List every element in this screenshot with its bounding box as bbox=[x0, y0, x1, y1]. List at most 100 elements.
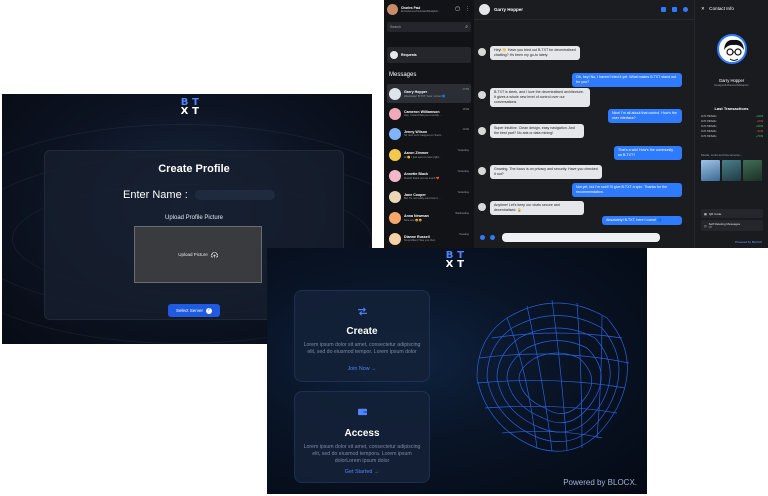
transaction-amount: -200$ bbox=[756, 120, 763, 123]
avatar bbox=[389, 169, 401, 182]
get-started-link[interactable]: Get Started → bbox=[295, 469, 429, 475]
btxt-logo: BT XT bbox=[180, 97, 199, 117]
cloud-upload-icon bbox=[210, 251, 218, 257]
conversation-item[interactable]: Cameron Williamson Hey, I heard that you … bbox=[387, 104, 471, 123]
phone-icon[interactable] bbox=[661, 7, 666, 12]
select-server-button[interactable]: Select Server ✓ bbox=[168, 304, 220, 317]
video-icon[interactable] bbox=[672, 7, 677, 12]
conversation-preview: Ooooh thank you so much ❤️ bbox=[404, 176, 440, 180]
transaction-row: 0x7170b6d4c +300$ bbox=[701, 125, 763, 128]
conversation-time: Yesterday bbox=[457, 149, 469, 152]
conversation-preview: No problem! See you then bbox=[404, 239, 436, 242]
new-chat-icon[interactable]: ▢ bbox=[455, 6, 460, 12]
close-icon[interactable]: ✕ bbox=[701, 6, 705, 11]
search-icon: ⌕ bbox=[465, 24, 468, 30]
timer-icon: ◷ bbox=[704, 223, 707, 228]
attach-icon[interactable] bbox=[490, 235, 495, 240]
avatar bbox=[478, 127, 486, 135]
transaction-row: 0x7170b6d4c +100$ bbox=[701, 115, 763, 118]
message-incoming: Anytime! Let's keep our chats secure and… bbox=[490, 201, 584, 215]
message-input[interactable] bbox=[502, 233, 660, 242]
contact-info-title: ✕ Contact Info bbox=[701, 6, 734, 12]
conversation-preview: But I'm not really sure how it ... bbox=[404, 197, 441, 200]
avatar[interactable] bbox=[387, 3, 398, 15]
message-outgoing: Not yet, but I'm sold! I'll give B.TXT a… bbox=[572, 183, 682, 197]
media-thumbnail[interactable] bbox=[743, 160, 762, 181]
qr-code-option[interactable]: ▦ QR Code bbox=[701, 209, 763, 218]
emoji-icon[interactable] bbox=[480, 235, 485, 240]
arrow-right-icon: → bbox=[371, 366, 377, 372]
name-input[interactable] bbox=[195, 190, 275, 200]
chat-sidebar: Charles Paul Entrepreneur/Innovator/Meta… bbox=[384, 0, 474, 248]
search-input[interactable]: Search ⌕ bbox=[387, 22, 471, 32]
transfer-arrows-icon bbox=[358, 307, 367, 316]
transaction-amount: +100$ bbox=[755, 115, 763, 118]
conversation-item[interactable]: Aaron Zimmer Hi 🙂 I just went to here rig… bbox=[387, 145, 471, 164]
avatar bbox=[389, 211, 401, 224]
message-incoming: Growing. The focus is on privacy and sec… bbox=[490, 165, 602, 179]
requests-item[interactable]: Requests bbox=[387, 47, 471, 63]
conversation-time: 15:09 bbox=[462, 108, 470, 111]
join-now-link[interactable]: Join Now → bbox=[295, 366, 429, 372]
access-description: Lorem ipsum dolor sit amet, consectetur … bbox=[303, 444, 421, 464]
conversation-item[interactable]: Garry Hopper Absolutely! B.TXT, here I co… bbox=[387, 84, 471, 103]
avatar[interactable] bbox=[479, 4, 490, 15]
upload-picture-dropzone[interactable]: Upload Picture bbox=[134, 226, 262, 283]
name-label: Enter Name : bbox=[123, 189, 188, 201]
self-deleting-option[interactable]: ◷ Self Deleting Messages Off bbox=[701, 220, 763, 231]
get-started-label: Get Started bbox=[344, 469, 373, 475]
media-thumbnail[interactable] bbox=[701, 160, 720, 181]
avatar bbox=[389, 87, 401, 100]
wireframe-sphere-graphic bbox=[476, 299, 630, 452]
conversation-item[interactable]: Annette Black Ooooh thank you so much ❤️ … bbox=[387, 166, 471, 185]
chat-app-screen: Charles Paul Entrepreneur/Innovator/Meta… bbox=[384, 0, 768, 248]
avatar bbox=[478, 167, 486, 175]
conversation-item[interactable]: Jane Cooper But I'm not really sure how i… bbox=[387, 187, 471, 206]
info-icon[interactable] bbox=[683, 7, 688, 12]
more-icon[interactable]: ⋮ bbox=[465, 6, 470, 12]
avatar bbox=[478, 91, 486, 99]
access-card: Access Lorem ipsum dolor sit amet, conse… bbox=[294, 391, 430, 483]
chat-header: Garry Hopper bbox=[474, 0, 694, 20]
media-label-text: Media, Links and Documents bbox=[701, 153, 740, 157]
message-outgoing: That's a win! How's the community on B.T… bbox=[614, 146, 682, 160]
conversation-preview: Hey, I heard that you recently ... bbox=[404, 114, 442, 117]
transaction-id: 0x7170b6d4c bbox=[701, 125, 717, 128]
transaction-amount: +700$ bbox=[755, 135, 763, 138]
sidebar-header: Charles Paul Entrepreneur/Innovator/Meta… bbox=[384, 0, 474, 18]
chat-main: Garry Hopper Hey! 👋 Have you tried out B… bbox=[474, 0, 694, 248]
join-now-label: Join Now bbox=[347, 366, 370, 372]
powered-by-label: Powered by BLOCX bbox=[735, 240, 762, 244]
media-thumbnail[interactable] bbox=[722, 160, 741, 181]
create-card: Create Lorem ipsum dolor sit amet, conse… bbox=[294, 290, 430, 382]
powered-by-label: Powered by BLOCX. bbox=[563, 478, 637, 487]
transaction-id: 0x7170b6d4c bbox=[701, 115, 717, 118]
transaction-id: 0x7170b6d4c bbox=[701, 135, 717, 138]
chevron-right-icon[interactable]: › bbox=[741, 153, 742, 157]
avatar bbox=[389, 232, 401, 245]
select-server-label: Select Server bbox=[175, 308, 203, 313]
btxt-logo: BT XT bbox=[445, 250, 464, 270]
qr-code-label: QR Code bbox=[708, 211, 722, 216]
message-outgoing: Oh, hey! No, I haven't tried it yet. Wha… bbox=[572, 73, 682, 87]
chat-contact-name: Garry Hopper bbox=[494, 7, 524, 12]
contact-avatar bbox=[717, 34, 747, 64]
requests-icon bbox=[390, 51, 398, 59]
conversation-item[interactable]: Anna Newman Nice one 😄😄 Wednesday bbox=[387, 208, 471, 227]
cartoon-avatar-icon bbox=[724, 39, 744, 61]
avatar bbox=[389, 190, 401, 203]
avatar bbox=[389, 107, 401, 120]
transaction-id: 0x7170b6d4c bbox=[701, 120, 717, 123]
conversation-item[interactable]: Jenny Wilson Sir next Let's hangout on Su… bbox=[387, 124, 471, 143]
self-deleting-label: Self Deleting Messages bbox=[708, 222, 741, 226]
message-incoming: B.TXT is sleek, and I love the decentral… bbox=[490, 88, 590, 107]
user-subtitle: Entrepreneur/Innovator/Metaphor... bbox=[401, 9, 440, 13]
transaction-row: 0x7170b6d4c -200$ bbox=[701, 120, 763, 123]
arrow-right-icon: → bbox=[373, 469, 380, 475]
conversation-preview: Nice one 😄😄 bbox=[404, 218, 423, 222]
conversation-item[interactable]: Dianne Russell No problem! See you then T… bbox=[387, 229, 471, 248]
message-outgoing: Absolutely! B.TXT, here I come! 🔵 bbox=[602, 216, 682, 225]
upload-picture-label: Upload Picture bbox=[178, 252, 208, 257]
check-icon: ✓ bbox=[206, 307, 212, 314]
conversation-preview: Absolutely! B.TXT, here I come! 🔵 bbox=[404, 94, 446, 98]
